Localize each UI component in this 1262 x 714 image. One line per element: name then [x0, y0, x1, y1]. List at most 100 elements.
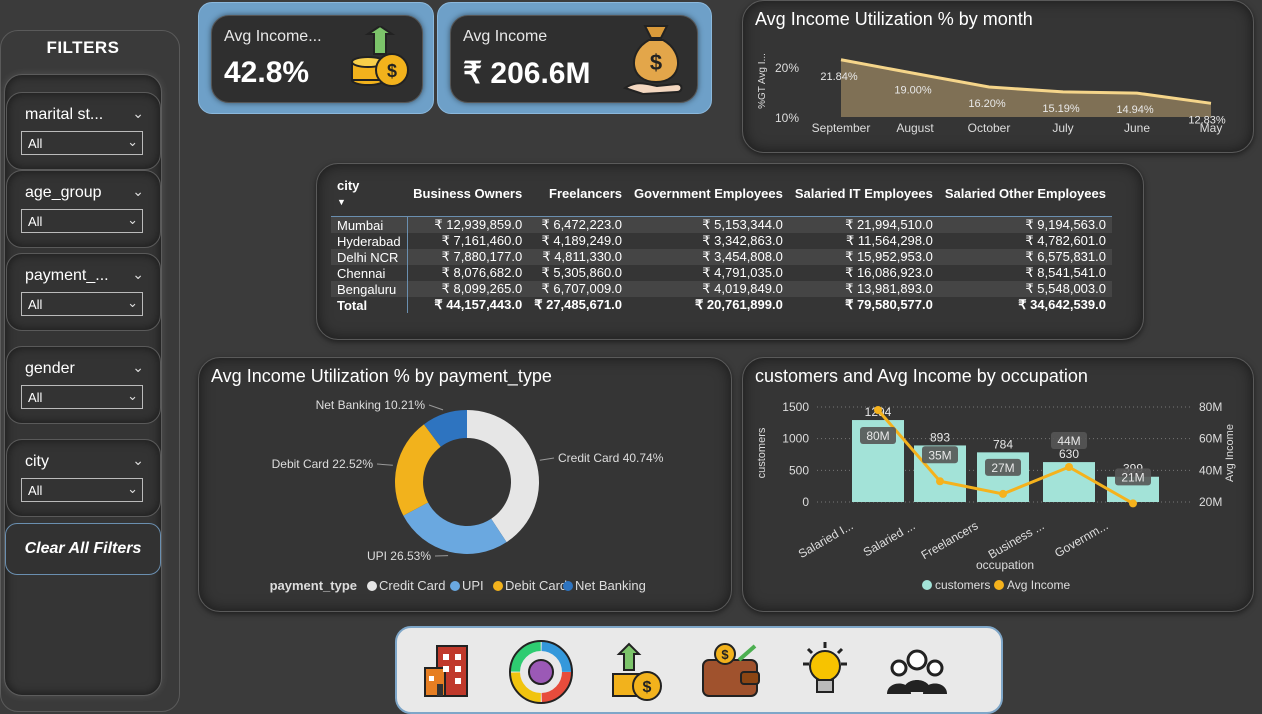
column-header-city[interactable]: city▼ — [331, 174, 407, 217]
line-point — [1065, 463, 1073, 471]
y-tick-left: 1500 — [782, 400, 809, 414]
chevron-down-icon[interactable]: ⌄ — [132, 183, 144, 200]
table-cell: ₹ 8,099,265.0 — [407, 281, 528, 297]
pie-chart-icon[interactable] — [509, 640, 573, 704]
clear-all-filters-button[interactable]: Clear All Filters — [5, 523, 161, 575]
legend-marker — [450, 581, 460, 591]
slicer-gender[interactable]: gender ⌄ All ⌄ — [6, 346, 161, 424]
table-cell: Bengaluru — [331, 281, 407, 297]
lightbulb-icon[interactable] — [793, 640, 857, 704]
line-point — [936, 477, 944, 485]
donut-slice — [467, 410, 539, 542]
chevron-down-icon[interactable]: ⌄ — [132, 452, 144, 469]
y-tick-right: 80M — [1199, 400, 1222, 414]
slicer-dropdown[interactable]: All ⌄ — [21, 292, 143, 316]
table-cell: ₹ 34,642,539.0 — [939, 297, 1112, 313]
y-tick-right: 60M — [1199, 432, 1222, 446]
legend-label: Debit Card — [505, 578, 567, 593]
filters-title: FILTERS — [0, 38, 166, 58]
table-cell: ₹ 6,575,831.0 — [939, 249, 1112, 265]
slicer-marital-status[interactable]: marital st... ⌄ All ⌄ — [6, 92, 161, 170]
column-header[interactable]: Government Employees — [628, 174, 789, 217]
building-icon[interactable] — [419, 640, 483, 704]
data-label: 15.19% — [1042, 103, 1080, 115]
slicer-value: All — [28, 136, 42, 151]
svg-text:$: $ — [643, 679, 652, 696]
month-area-chart: %GT Avg I... 20% 10% 21.84%September19.0… — [743, 1, 1255, 154]
table-total-row: Total ₹ 44,157,443.0 ₹ 27,485,671.0 ₹ 20… — [331, 297, 1112, 313]
line-label: 80M — [866, 429, 889, 443]
table-cell: ₹ 4,189,249.0 — [528, 233, 628, 249]
coins-up-icon: $ — [346, 26, 414, 92]
kpi-label: Avg Income — [463, 28, 547, 46]
leader-line — [377, 464, 393, 465]
table-row: Delhi NCR ₹ 7,880,177.0 ₹ 4,811,330.0 ₹ … — [331, 249, 1112, 265]
line-label: 44M — [1057, 434, 1080, 448]
month-chart-card: Avg Income Utilization % by month %GT Av… — [742, 0, 1254, 153]
data-label: Net Banking 10.21% — [316, 398, 426, 412]
chevron-down-icon: ⌄ — [127, 212, 138, 228]
y-axis-label-left: customers — [756, 427, 768, 478]
slicer-payment-type[interactable]: payment_... ⌄ All ⌄ — [6, 253, 161, 331]
slicer-city[interactable]: city ⌄ All ⌄ — [6, 439, 161, 517]
legend-label: Credit Card — [379, 578, 445, 593]
table-row: Mumbai ₹ 12,939,859.0 ₹ 6,472,223.0 ₹ 5,… — [331, 217, 1112, 234]
kpi-card-avg-income: Avg Income ₹ 206.6M $ — [437, 2, 712, 114]
column-header[interactable]: Salaried Other Employees — [939, 174, 1112, 217]
x-tick-label: October — [968, 121, 1011, 135]
coins-up-icon[interactable]: $ — [605, 640, 669, 704]
column-header[interactable]: Freelancers — [528, 174, 628, 217]
slicer-title: payment_... — [25, 267, 109, 285]
table-cell: ₹ 8,076,682.0 — [407, 265, 528, 281]
table-cell: ₹ 20,761,899.0 — [628, 297, 789, 313]
clear-all-filters-label: Clear All Filters — [6, 540, 160, 558]
x-tick-label: Governm... — [1052, 518, 1110, 560]
table-cell: ₹ 4,811,330.0 — [528, 249, 628, 265]
occupation-chart-card: customers and Avg Income by occupation c… — [742, 357, 1254, 612]
table-cell: ₹ 6,472,223.0 — [528, 217, 628, 234]
line-point — [874, 406, 882, 414]
table-cell: ₹ 16,086,923.0 — [789, 265, 939, 281]
table-cell: ₹ 5,305,860.0 — [528, 265, 628, 281]
data-label: Debit Card 22.52% — [272, 457, 374, 471]
svg-text:$: $ — [387, 61, 397, 81]
slicer-age-group[interactable]: age_group ⌄ All ⌄ — [6, 170, 161, 248]
x-tick-label: September — [812, 121, 871, 135]
table-row: Chennai ₹ 8,076,682.0 ₹ 5,305,860.0 ₹ 4,… — [331, 265, 1112, 281]
slicer-title: marital st... — [25, 106, 103, 124]
chevron-down-icon: ⌄ — [127, 295, 138, 311]
data-label: 16.20% — [968, 98, 1006, 110]
legend-label: Avg Income — [1007, 578, 1070, 592]
slicer-value: All — [28, 390, 42, 405]
svg-text:$: $ — [721, 647, 729, 662]
column-header[interactable]: Business Owners — [407, 174, 528, 217]
x-tick-label: Business ... — [986, 518, 1047, 561]
table-cell: ₹ 13,981,893.0 — [789, 281, 939, 297]
slicer-dropdown[interactable]: All ⌄ — [21, 478, 143, 502]
slicer-dropdown[interactable]: All ⌄ — [21, 385, 143, 409]
slicer-value: All — [28, 297, 42, 312]
chevron-down-icon[interactable]: ⌄ — [132, 266, 144, 283]
table-cell: ₹ 4,791,035.0 — [628, 265, 789, 281]
line-point — [999, 490, 1007, 498]
legend-marker — [493, 581, 503, 591]
x-tick-label: May — [1200, 121, 1223, 135]
occupation-combo-chart: customers Avg Income occupation 15001000… — [743, 358, 1255, 613]
slicer-dropdown[interactable]: All ⌄ — [21, 131, 143, 155]
y-tick-right: 40M — [1199, 463, 1222, 477]
chevron-down-icon[interactable]: ⌄ — [132, 105, 144, 122]
leader-line — [540, 458, 554, 460]
y-tick-left: 0 — [802, 495, 809, 509]
legend-label: UPI — [462, 578, 484, 593]
people-icon[interactable] — [885, 640, 949, 704]
slicer-dropdown[interactable]: All ⌄ — [21, 209, 143, 233]
chevron-down-icon[interactable]: ⌄ — [132, 359, 144, 376]
table-cell: ₹ 79,580,577.0 — [789, 297, 939, 313]
legend-label: Net Banking — [575, 578, 646, 593]
leader-line — [429, 405, 443, 410]
column-header[interactable]: Salaried IT Employees — [789, 174, 939, 217]
table-cell: ₹ 5,548,003.0 — [939, 281, 1112, 297]
table-cell: ₹ 15,952,953.0 — [789, 249, 939, 265]
table-cell: ₹ 8,541,541.0 — [939, 265, 1112, 281]
wallet-icon[interactable]: $ — [699, 640, 763, 704]
